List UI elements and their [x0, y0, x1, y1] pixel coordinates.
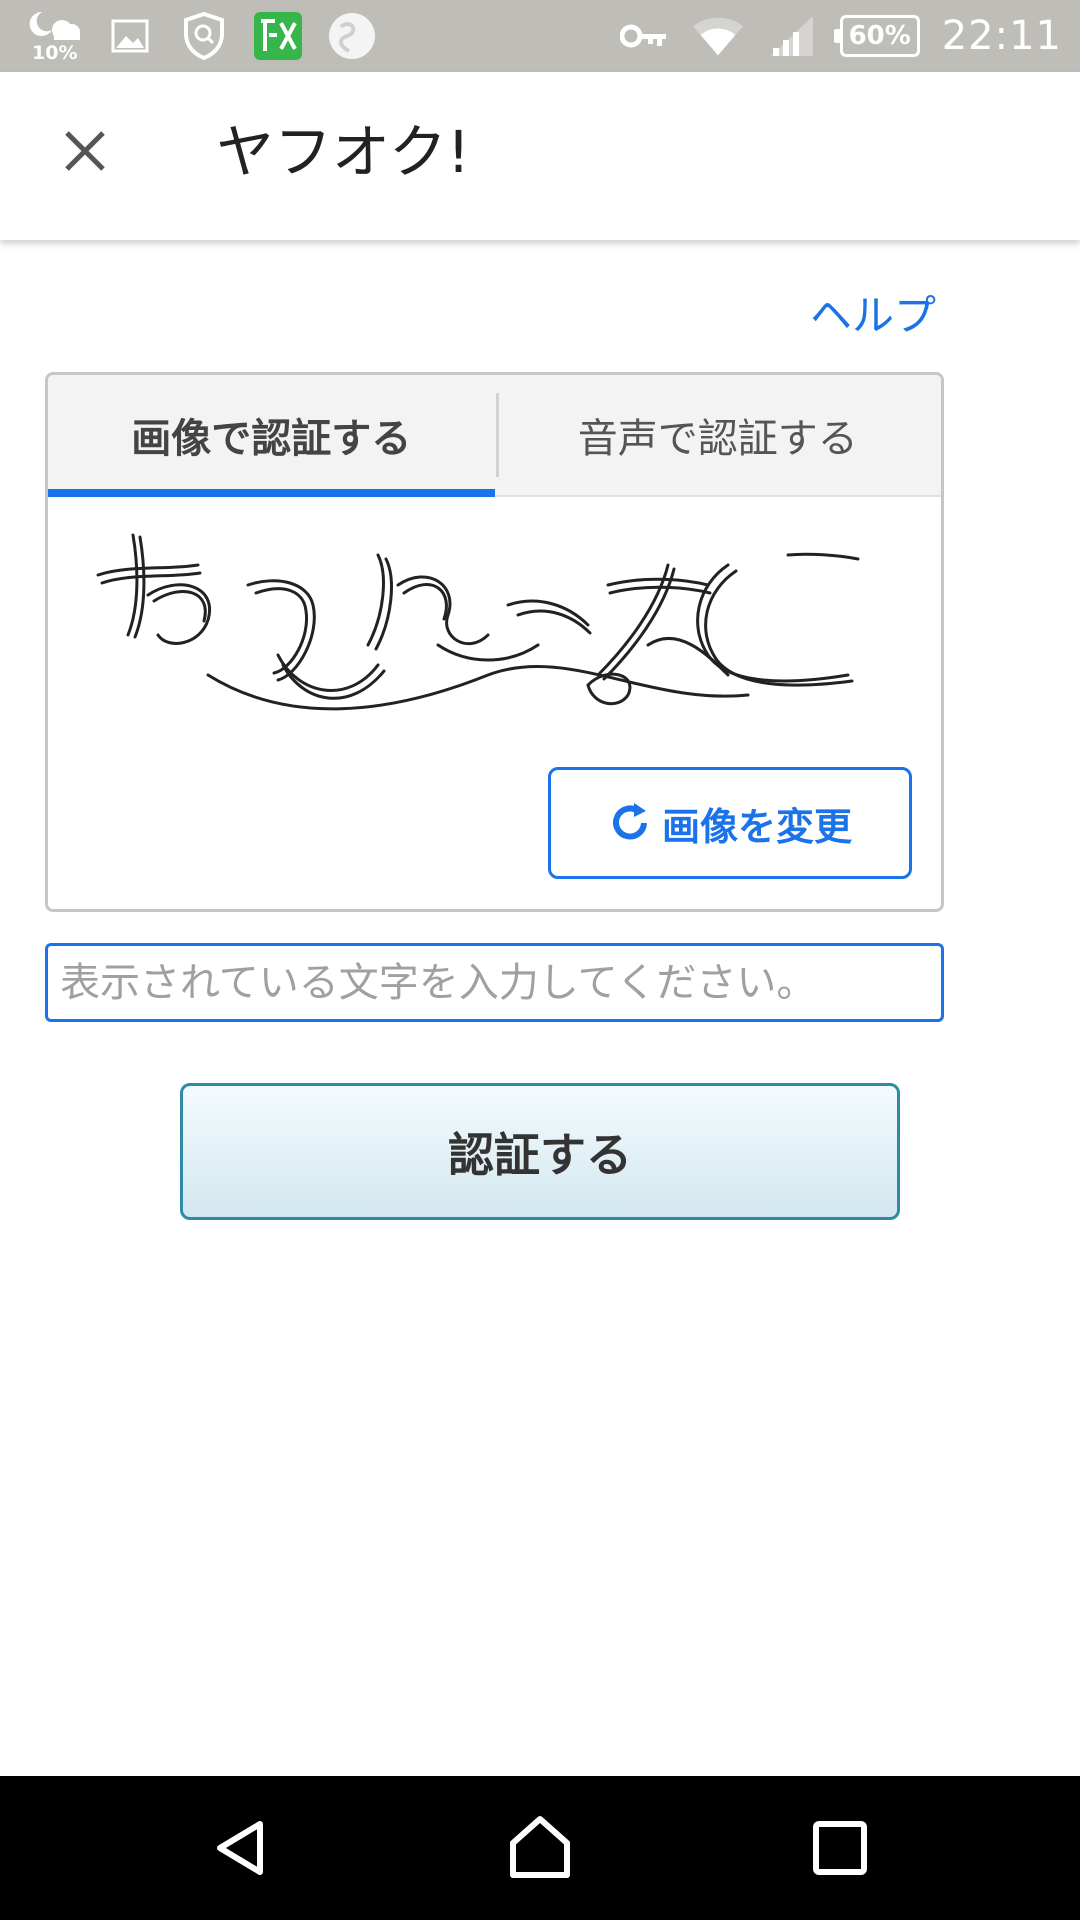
home-icon	[510, 1816, 570, 1878]
home-button[interactable]	[490, 1798, 590, 1898]
refresh-image-button[interactable]: 画像を変更	[548, 767, 912, 879]
refresh-image-label: 画像を変更	[661, 804, 852, 849]
clock: 22:11	[941, 13, 1062, 59]
tab-image-auth[interactable]: 画像で認証する	[48, 375, 495, 497]
submit-button[interactable]: 認証する	[180, 1083, 900, 1220]
battery-icon: 60%	[833, 15, 920, 57]
captcha-image	[96, 533, 860, 711]
captcha-tabs: 画像で認証する 音声で認証する	[48, 375, 941, 497]
close-icon	[65, 131, 105, 171]
refresh-icon	[613, 803, 647, 840]
recents-icon	[813, 1821, 867, 1875]
globe-icon	[326, 10, 378, 62]
weather-percent: 10%	[32, 42, 78, 64]
captcha-panel: 画像で認証する 音声で認証する 画像を変更	[45, 372, 944, 912]
wifi-icon	[692, 10, 744, 62]
app-icon	[252, 10, 304, 62]
navigation-bar	[0, 1776, 1080, 1920]
image-icon	[104, 10, 156, 62]
weather-icon: 10%	[28, 6, 82, 66]
shield-icon	[178, 10, 230, 62]
key-icon	[618, 10, 670, 62]
back-button[interactable]	[190, 1798, 290, 1898]
page-title: ヤフオク!	[216, 118, 471, 186]
help-link[interactable]: ヘルプ	[810, 282, 936, 343]
close-button[interactable]	[50, 116, 120, 186]
tab-audio-auth[interactable]: 音声で認証する	[495, 375, 942, 495]
status-bar: 10% 60% 22:11	[0, 0, 1080, 72]
signal-icon	[766, 10, 818, 62]
captcha-answer-input[interactable]	[45, 943, 944, 1022]
tab-divider	[496, 393, 499, 477]
recents-button[interactable]	[790, 1798, 890, 1898]
back-icon	[217, 1821, 263, 1875]
battery-percent: 60%	[848, 21, 911, 51]
app-bar: ヤフオク!	[0, 72, 1080, 240]
